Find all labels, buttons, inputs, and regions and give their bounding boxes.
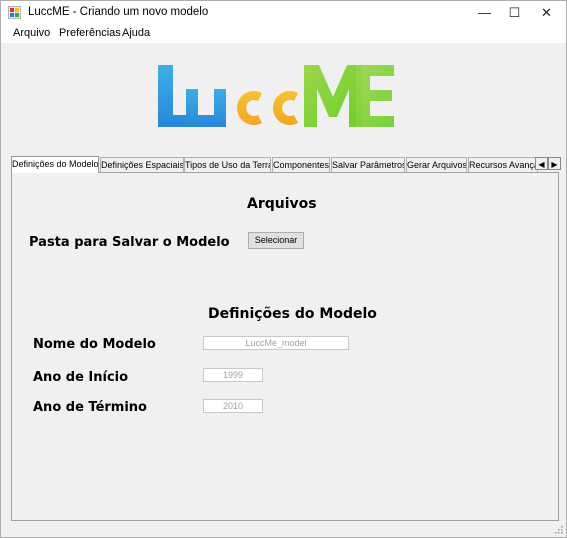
menu-ajuda[interactable]: Ajuda	[122, 27, 150, 39]
chevron-left-icon: ◀	[538, 160, 545, 169]
tab-componentes[interactable]: Componentes	[272, 157, 330, 173]
maximize-button[interactable]: ☐	[499, 1, 530, 24]
end-year-label: Ano de Término	[33, 400, 147, 415]
minimize-icon: —	[478, 5, 491, 20]
menu-preferencias[interactable]: Preferências	[59, 27, 121, 39]
tab-definicoes-espaciais[interactable]: Definições Espaciais	[100, 157, 184, 173]
tab-scroll-left-button[interactable]: ◀	[535, 157, 548, 170]
tab-definicoes-modelo[interactable]: Definições do Modelo	[11, 156, 99, 173]
start-year-input[interactable]	[203, 368, 263, 382]
tab-gerar-arquivos[interactable]: Gerar Arquivos	[406, 157, 467, 173]
chevron-right-icon: ▶	[551, 160, 558, 169]
tab-tipos-uso-terra[interactable]: Tipos de Uso da Terra	[184, 157, 271, 173]
minimize-button[interactable]: —	[469, 1, 500, 24]
close-icon: ✕	[541, 5, 552, 20]
end-year-input[interactable]	[203, 399, 263, 413]
menu-bar: Arquivo Preferências Ajuda	[1, 24, 566, 43]
title-bar[interactable]: LuccME - Criando um novo modelo — ☐ ✕	[1, 1, 566, 24]
tab-recursos-avancados[interactable]: Recursos Avança	[468, 157, 538, 173]
model-section-title: Definições do Modelo	[208, 306, 377, 322]
files-section-title: Arquivos	[247, 196, 317, 212]
maximize-icon: ☐	[508, 5, 521, 20]
tab-panel-definicoes-modelo: Arquivos Pasta para Salvar o Modelo Sele…	[11, 172, 559, 521]
window-title: LuccME - Criando um novo modelo	[28, 6, 209, 18]
app-icon	[8, 6, 21, 19]
luccme-logo	[158, 65, 394, 127]
tab-strip: Definições do Modelo Definições Espaciai…	[11, 156, 561, 173]
close-button[interactable]: ✕	[531, 1, 562, 24]
tab-scroll-right-button[interactable]: ▶	[548, 157, 561, 170]
tab-salvar-parametros[interactable]: Salvar Parâmetros	[331, 157, 405, 173]
model-name-label: Nome do Modelo	[33, 337, 156, 352]
app-window: LuccME - Criando um novo modelo — ☐ ✕ Ar…	[0, 0, 567, 538]
resize-grip-icon[interactable]	[554, 525, 563, 534]
model-name-input[interactable]	[203, 336, 349, 350]
select-folder-button[interactable]: Selecionar	[248, 232, 304, 249]
menu-arquivo[interactable]: Arquivo	[13, 27, 50, 39]
folder-label: Pasta para Salvar o Modelo	[29, 235, 230, 250]
start-year-label: Ano de Início	[33, 370, 129, 385]
